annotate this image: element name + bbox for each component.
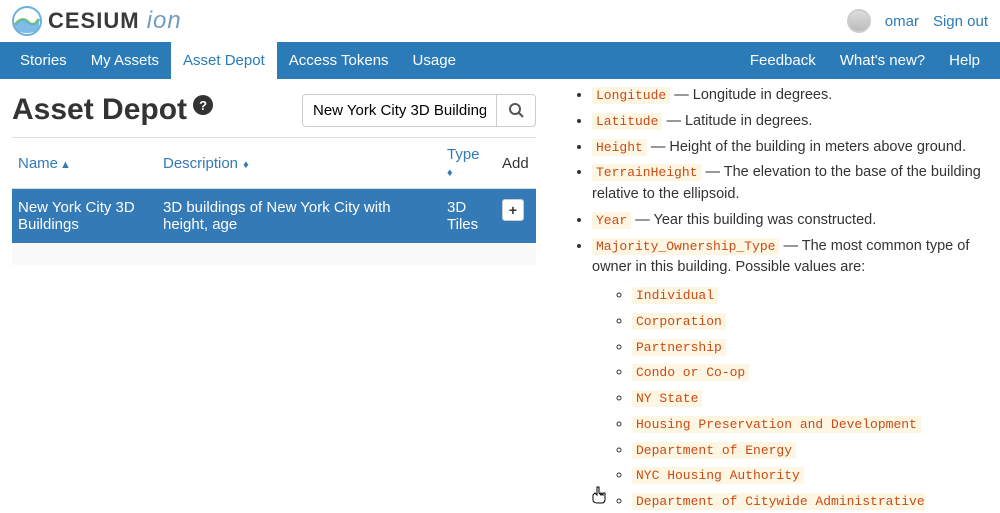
- ownership-values-list: Individual Corporation Partnership Condo or…: [592, 285, 982, 513]
- left-pane: Asset Depot ? Name▲: [0, 79, 548, 513]
- cell-type: 3D Tiles: [441, 189, 496, 244]
- brand-primary: CESIUM: [48, 8, 140, 33]
- search-input[interactable]: [302, 94, 496, 127]
- nav-item-stories[interactable]: Stories: [8, 42, 79, 79]
- col-name[interactable]: Name▲: [12, 138, 157, 189]
- property-key: Longitude: [592, 87, 670, 104]
- nav-item-access-tokens[interactable]: Access Tokens: [277, 42, 401, 79]
- property-item: TerrainHeight — The elevation to the bas…: [592, 162, 982, 206]
- search-icon: [508, 102, 524, 118]
- search-form: [302, 94, 536, 127]
- ownership-value: Individual: [632, 285, 982, 307]
- property-item: Majority_Ownership_Type — The most commo…: [592, 236, 982, 513]
- property-key: Year: [592, 212, 631, 229]
- ownership-value: Corporation: [632, 311, 982, 333]
- property-item: Latitude — Latitude in degrees.: [592, 111, 982, 133]
- help-icon[interactable]: ?: [193, 95, 213, 115]
- nav-item-what-s-new-[interactable]: What's new?: [828, 42, 937, 79]
- property-item: Height — Height of the building in meter…: [592, 137, 982, 159]
- logo[interactable]: CESIUM ion: [12, 6, 182, 36]
- sort-asc-icon: ▲: [60, 159, 71, 171]
- ownership-value: Department of Citywide Administrative Se…: [632, 491, 982, 513]
- assets-table: Name▲ Description ♦ Type ♦ Add New York …: [12, 137, 536, 265]
- col-add: Add: [496, 138, 536, 189]
- ownership-value: Partnership: [632, 337, 982, 359]
- property-key: Height: [592, 139, 647, 156]
- nav-item-feedback[interactable]: Feedback: [738, 42, 828, 79]
- property-key: TerrainHeight: [592, 164, 701, 181]
- sort-icon: ♦: [447, 167, 453, 179]
- nav-item-asset-depot[interactable]: Asset Depot: [171, 42, 277, 79]
- table-row[interactable]: New York City 3D Buildings3D buildings o…: [12, 189, 536, 244]
- nav-item-help[interactable]: Help: [937, 42, 992, 79]
- nav-item-usage[interactable]: Usage: [401, 42, 468, 79]
- app-header: CESIUM ion omar Sign out: [0, 0, 1000, 42]
- col-description[interactable]: Description ♦: [157, 138, 441, 189]
- ownership-value: Condo or Co-op: [632, 362, 982, 384]
- col-type[interactable]: Type ♦: [441, 138, 496, 189]
- property-key: Majority_Ownership_Type: [592, 238, 779, 255]
- property-item: Longitude — Longitude in degrees.: [592, 85, 982, 107]
- ownership-value: NY State: [632, 388, 982, 410]
- property-item: Year — Year this building was constructe…: [592, 210, 982, 232]
- ownership-value: Housing Preservation and Development: [632, 414, 982, 436]
- detail-pane[interactable]: Longitude — Longitude in degrees. Latitud…: [548, 79, 1000, 513]
- content-area: Asset Depot ? Name▲: [0, 79, 1000, 513]
- property-list: Longitude — Longitude in degrees. Latitud…: [558, 85, 982, 513]
- signout-link[interactable]: Sign out: [933, 13, 988, 30]
- username-link[interactable]: omar: [885, 13, 919, 30]
- nav-item-my-assets[interactable]: My Assets: [79, 42, 171, 79]
- search-button[interactable]: [496, 94, 536, 127]
- ownership-value: Department of Energy: [632, 440, 982, 462]
- sort-icon: ♦: [240, 159, 249, 171]
- page-title: Asset Depot ?: [12, 93, 213, 127]
- cell-add: +: [496, 189, 536, 244]
- ownership-value: NYC Housing Authority: [632, 465, 982, 487]
- cell-name: New York City 3D Buildings: [12, 189, 157, 244]
- cell-description: 3D buildings of New York City with heigh…: [157, 189, 441, 244]
- cesium-logo-icon: [12, 6, 42, 36]
- add-asset-button[interactable]: +: [502, 199, 524, 221]
- header-right: omar Sign out: [847, 9, 988, 33]
- avatar[interactable]: [847, 9, 871, 33]
- property-key: Latitude: [592, 113, 662, 130]
- brand-secondary: ion: [147, 7, 182, 34]
- navbar: StoriesMy AssetsAsset DepotAccess Tokens…: [0, 42, 1000, 79]
